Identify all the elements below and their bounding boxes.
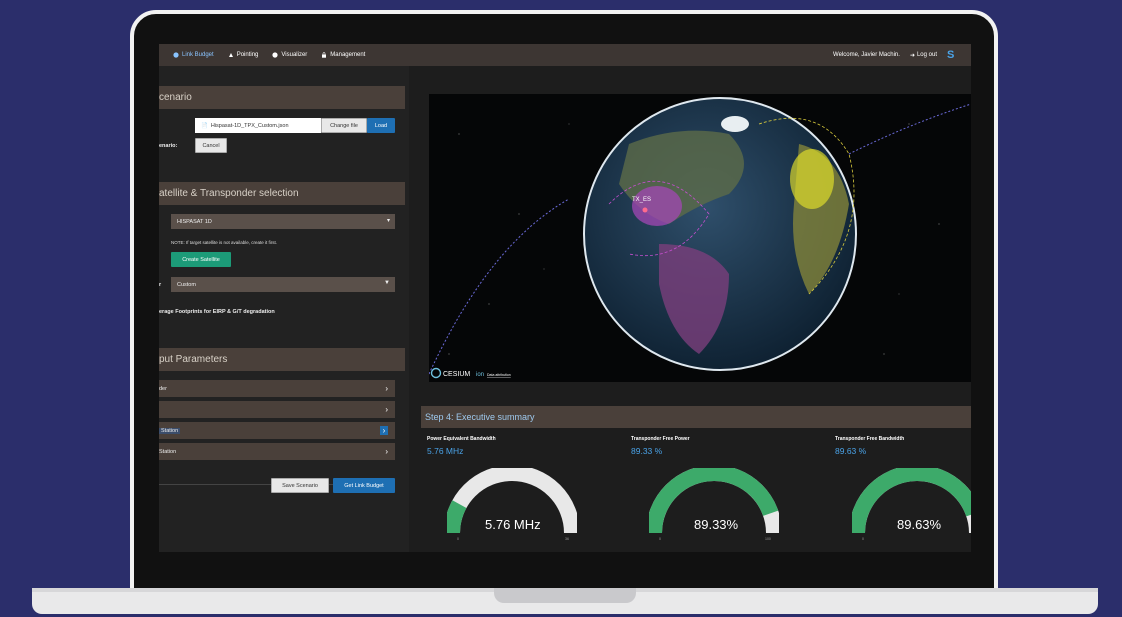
nav-visualizer[interactable]: Visualizer: [272, 52, 307, 58]
app-logo-icon: S: [947, 49, 955, 61]
satellite-select[interactable]: HISPASAT 1D ▾: [171, 214, 395, 229]
nav-management[interactable]: Management: [321, 52, 365, 58]
gauge-min: 0: [862, 537, 864, 541]
globe-canvas: TX_ES CESIUM ion Data attribution: [429, 97, 971, 379]
param-row-downlink[interactable]: ›: [159, 401, 395, 418]
globe-icon: [173, 52, 179, 58]
chevron-right-icon: ›: [385, 447, 388, 456]
cesium-globe-viewer[interactable]: TX_ES CESIUM ion Data attribution: [429, 94, 971, 382]
gauge-value-text: 89.63%: [897, 517, 942, 532]
chevron-right-icon: ›: [385, 405, 388, 414]
welcome-text: Welcome, Javier Machin.: [833, 52, 900, 58]
gauge-max: 36: [565, 537, 569, 541]
nav-link-budget-label: Link Budget: [182, 52, 214, 58]
station-label: TX_ES: [632, 197, 651, 203]
satellite-note: NOTE: If target satellite is not availab…: [171, 240, 278, 245]
input-parameters-title: put Parameters: [159, 354, 228, 365]
chevron-down-icon: ▼: [384, 280, 390, 286]
top-navbar: Link Budget Pointing Visualizer Manageme…: [159, 44, 971, 66]
nav-management-label: Management: [330, 52, 366, 58]
chevron-right-icon: ›: [385, 384, 388, 393]
get-link-budget-button[interactable]: Get Link Budget: [333, 478, 395, 493]
scenario-section-header: cenario: [159, 86, 405, 109]
chevron-right-icon: ›: [380, 426, 388, 435]
cesium-ion: ion: [476, 372, 484, 378]
gauge-max: 100: [765, 537, 771, 541]
create-satellite-button[interactable]: Create Satellite: [171, 252, 231, 267]
cancel-button[interactable]: Cancel: [195, 138, 227, 153]
gauge-fill: [447, 500, 467, 534]
file-icon: 📄: [201, 122, 208, 129]
logout-label: Log out: [916, 52, 937, 58]
logout-link[interactable]: ➜ Log out: [910, 52, 937, 59]
scenario-section-title: cenario: [159, 92, 192, 103]
station-marker: [642, 207, 648, 213]
satellite-section-header: atellite & Transponder selection: [159, 182, 405, 205]
nav-pointing-label: Pointing: [236, 52, 259, 58]
gauge-min: 0: [457, 537, 459, 541]
change-file-button[interactable]: Change file: [321, 118, 367, 133]
satellite-section-title: atellite & Transponder selection: [159, 188, 299, 199]
chevron-down-icon: ▾: [386, 218, 390, 224]
coverage-footprint: [632, 186, 682, 226]
kpi-label: Transponder Free Power: [631, 436, 690, 442]
left-panel: cenario enario: 📄 Hispasat-1D_TPX_Custom…: [159, 66, 409, 552]
average-footprints-option[interactable]: erage Footprints for EIRP & G/T degradat…: [159, 309, 275, 315]
cesium-brand: CESIUM: [443, 371, 470, 378]
nav-link-budget[interactable]: Link Budget: [173, 52, 214, 58]
satellite-select-value: HISPASAT 1D: [177, 218, 212, 225]
scenario-file-name: Hispasat-1D_TPX_Custom.json: [210, 122, 289, 129]
cesium-logo-icon: [430, 367, 442, 379]
param-label: Station: [159, 448, 177, 455]
nav-pointing[interactable]: Pointing: [228, 52, 259, 58]
scenario-file-field[interactable]: 📄 Hispasat-1D_TPX_Custom.json: [195, 118, 321, 133]
param-label: Station: [159, 427, 181, 434]
kpi-label: Power Equivalent Bandwidth: [427, 436, 496, 442]
input-parameters-header: put Parameters: [159, 348, 405, 371]
param-label: der: [159, 385, 167, 392]
kpi-value: 89.33 %: [631, 446, 663, 456]
gauge-value-text: 5.76 MHz: [485, 517, 541, 532]
kpi-label: Transponder Free Bandwidth: [835, 436, 905, 442]
transponder-label: r: [159, 282, 162, 288]
param-row-tx-station[interactable]: Station ›: [159, 422, 395, 439]
data-attribution-link: Data attribution: [487, 373, 511, 377]
scenario-label: enario:: [159, 143, 178, 149]
lock-icon: [322, 52, 327, 58]
gauge-min: 0: [659, 537, 661, 541]
transponder-select-value: Custom: [177, 281, 196, 288]
laptop-notch: [494, 588, 636, 603]
load-button[interactable]: Load: [367, 118, 395, 133]
greenland: [721, 116, 749, 132]
save-scenario-button[interactable]: Save Scenario: [271, 478, 329, 493]
nav-visualizer-label: Visualizer: [281, 52, 308, 58]
executive-summary-title: Step 4: Executive summary: [425, 412, 535, 422]
kpi-value: 89.63 %: [835, 446, 867, 456]
gauge-value-text: 89.33%: [694, 517, 739, 532]
param-row-uplink[interactable]: der ›: [159, 380, 395, 397]
globe-icon: [272, 52, 278, 58]
coverage-footprint: [790, 149, 834, 209]
param-row-rx-station[interactable]: Station ›: [159, 443, 395, 460]
transponder-select[interactable]: Custom ▼: [171, 277, 395, 292]
app-screen: Link Budget Pointing Visualizer Manageme…: [159, 44, 971, 552]
antenna-icon: [228, 53, 233, 57]
executive-summary-header: Step 4: Executive summary: [421, 406, 971, 428]
logout-icon: ➜: [909, 52, 915, 59]
kpi-value: 5.76 MHz: [427, 446, 464, 456]
